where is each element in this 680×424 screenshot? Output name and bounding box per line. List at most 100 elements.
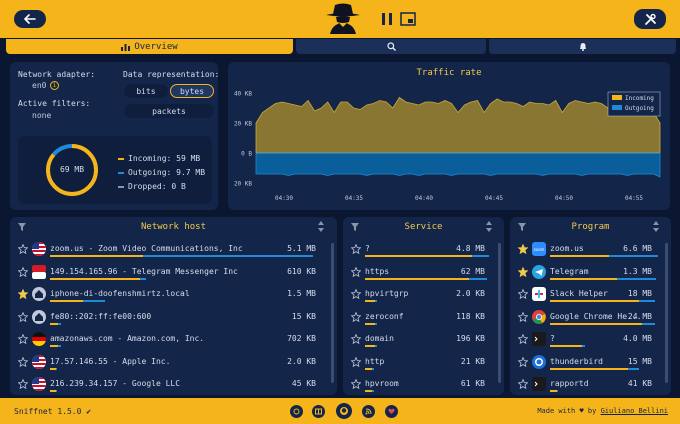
outgoing-legend-swatch xyxy=(118,171,124,174)
outgoing-bar xyxy=(58,322,61,325)
dropped-legend-swatch xyxy=(118,185,124,188)
heart-icon[interactable] xyxy=(385,405,398,418)
rss-icon[interactable] xyxy=(362,405,375,418)
tab-overview[interactable]: Overview xyxy=(6,39,293,54)
table-row[interactable]: thunderbird 15 MB xyxy=(510,353,662,375)
heart-glyph-icon: ♥ xyxy=(579,407,584,415)
back-button[interactable] xyxy=(14,10,46,28)
pause-icon[interactable] xyxy=(381,12,393,26)
incoming-bar xyxy=(50,300,83,302)
app-footer: Sniffnet 1.5.0 ✔ Made with ♥ by Giuliano… xyxy=(0,398,680,424)
table-row[interactable]: zoom zoom.us 6.6 MB xyxy=(510,240,662,262)
table-row[interactable]: Google Chrome He... 24 MB xyxy=(510,308,662,330)
incoming-bar xyxy=(365,300,375,302)
table-row[interactable]: fe80::202:ff:fe00:600 15 KB xyxy=(10,308,328,330)
table-row[interactable]: iphone-di-doofenshmirtz.local 1.5 MB xyxy=(10,285,328,307)
author-link[interactable]: Giuliano Bellini xyxy=(601,407,668,415)
table-row[interactable]: Slack Helper 18 MB xyxy=(510,285,662,307)
star-icon[interactable] xyxy=(518,356,528,367)
star-icon[interactable] xyxy=(518,379,528,389)
star-icon[interactable] xyxy=(18,289,28,299)
table-row[interactable]: 149.154.165.96 - Telegram Messenger Inc 6… xyxy=(10,263,328,285)
incoming-bar xyxy=(550,255,610,257)
table-row[interactable]: https 62 MB xyxy=(343,263,495,285)
filters-label: Active filters: xyxy=(18,99,91,108)
row-label: thunderbird xyxy=(550,356,603,366)
incoming-bar xyxy=(50,277,141,280)
repr-option-packets[interactable]: packets xyxy=(124,104,214,118)
tab-notifications[interactable] xyxy=(489,39,676,54)
star-icon[interactable] xyxy=(351,289,361,299)
star-icon[interactable] xyxy=(18,266,28,277)
star-icon[interactable] xyxy=(351,334,361,344)
table-row[interactable]: hpvirtgrp 2.0 KB xyxy=(343,285,495,307)
incoming-bar xyxy=(365,322,375,325)
star-icon[interactable] xyxy=(18,334,28,344)
row-label: 17.57.146.55 - Apple Inc. xyxy=(50,356,171,366)
repr-option-bits[interactable]: bits xyxy=(124,84,168,98)
table-row[interactable]: 216.239.34.157 - Google LLC 45 KB xyxy=(10,375,328,397)
table-row[interactable]: amazonaws.com - Amazon.com, Inc. 702 KB xyxy=(10,330,328,352)
row-label: domain xyxy=(365,334,394,343)
sort-icon[interactable] xyxy=(486,221,492,232)
wiki-icon[interactable] xyxy=(290,405,303,418)
row-label: amazonaws.com - Amazon.com, Inc. xyxy=(50,334,205,343)
germany-flag-icon xyxy=(32,332,46,346)
row-value: 45 KB xyxy=(291,379,316,388)
table-row[interactable]: ? 4.0 MB xyxy=(510,330,662,352)
table-row[interactable]: hpvroom 61 KB xyxy=(343,375,495,397)
star-icon[interactable] xyxy=(18,379,28,389)
table-row[interactable]: ? 4.8 MB xyxy=(343,240,495,262)
info-icon[interactable]: i xyxy=(50,81,59,90)
row-label: Slack Helper xyxy=(550,289,608,298)
star-icon[interactable] xyxy=(351,311,361,322)
legend-label: Outgoing xyxy=(625,105,654,112)
program-scrollbar[interactable] xyxy=(665,243,668,383)
star-icon[interactable] xyxy=(518,311,528,322)
outgoing-bar xyxy=(609,255,658,257)
incoming-bar xyxy=(550,367,628,370)
star-icon[interactable] xyxy=(18,356,28,367)
table-row[interactable]: zeroconf 118 KB xyxy=(343,308,495,330)
adapter-label: Network adapter: xyxy=(18,70,96,79)
github-icon[interactable] xyxy=(336,403,352,419)
star-icon[interactable] xyxy=(518,244,528,254)
row-label: iphone-di-doofenshmirtz.local xyxy=(50,289,190,298)
host-scrollbar[interactable] xyxy=(331,243,334,383)
table-row[interactable]: Telegram 1.3 MB xyxy=(510,263,662,285)
table-row[interactable]: rapportd 41 KB xyxy=(510,375,662,397)
home-icon xyxy=(32,309,46,324)
table-row[interactable]: http 21 KB xyxy=(343,353,495,375)
sort-icon[interactable] xyxy=(653,221,659,232)
traffic-rate-panel: Traffic rate 40 KB 20 KB 0 B 20 KB 04:30 04:3… xyxy=(228,62,670,210)
star-icon[interactable] xyxy=(351,379,361,389)
repr-option-bytes[interactable]: bytes xyxy=(170,84,214,98)
version-label: Sniffnet 1.5.0 ✔ xyxy=(14,407,91,416)
star-icon[interactable] xyxy=(18,311,28,322)
traffic-summary: 69 MB Incoming: 59 MB Outgoing: 9.7 MB D… xyxy=(18,136,212,204)
telegram-app-icon xyxy=(532,264,546,279)
star-icon[interactable] xyxy=(18,244,28,254)
star-icon[interactable] xyxy=(518,266,528,277)
settings-button[interactable] xyxy=(634,9,666,29)
picture-in-picture-icon[interactable] xyxy=(400,12,416,26)
row-label: rapportd xyxy=(550,379,589,388)
book-icon[interactable] xyxy=(312,405,325,418)
star-icon[interactable] xyxy=(351,356,361,367)
legend-swatch xyxy=(612,95,622,100)
table-row[interactable]: zoom.us - Zoom Video Communications, Inc… xyxy=(10,240,328,262)
us-flag-icon xyxy=(32,377,46,391)
table-row[interactable]: domain 196 KB xyxy=(343,330,495,352)
service-scrollbar[interactable] xyxy=(498,243,501,383)
star-icon[interactable] xyxy=(518,289,528,299)
incoming-bar xyxy=(50,255,144,257)
star-icon[interactable] xyxy=(518,334,528,344)
program-table-title: Program xyxy=(571,222,610,232)
star-icon[interactable] xyxy=(351,244,361,254)
svg-text:zoom: zoom xyxy=(534,247,545,252)
tab-inspect[interactable] xyxy=(296,39,486,54)
sort-icon[interactable] xyxy=(318,221,324,232)
outgoing-bar xyxy=(372,367,374,370)
star-icon[interactable] xyxy=(351,266,361,277)
table-row[interactable]: 17.57.146.55 - Apple Inc. 2.0 KB xyxy=(10,353,328,375)
